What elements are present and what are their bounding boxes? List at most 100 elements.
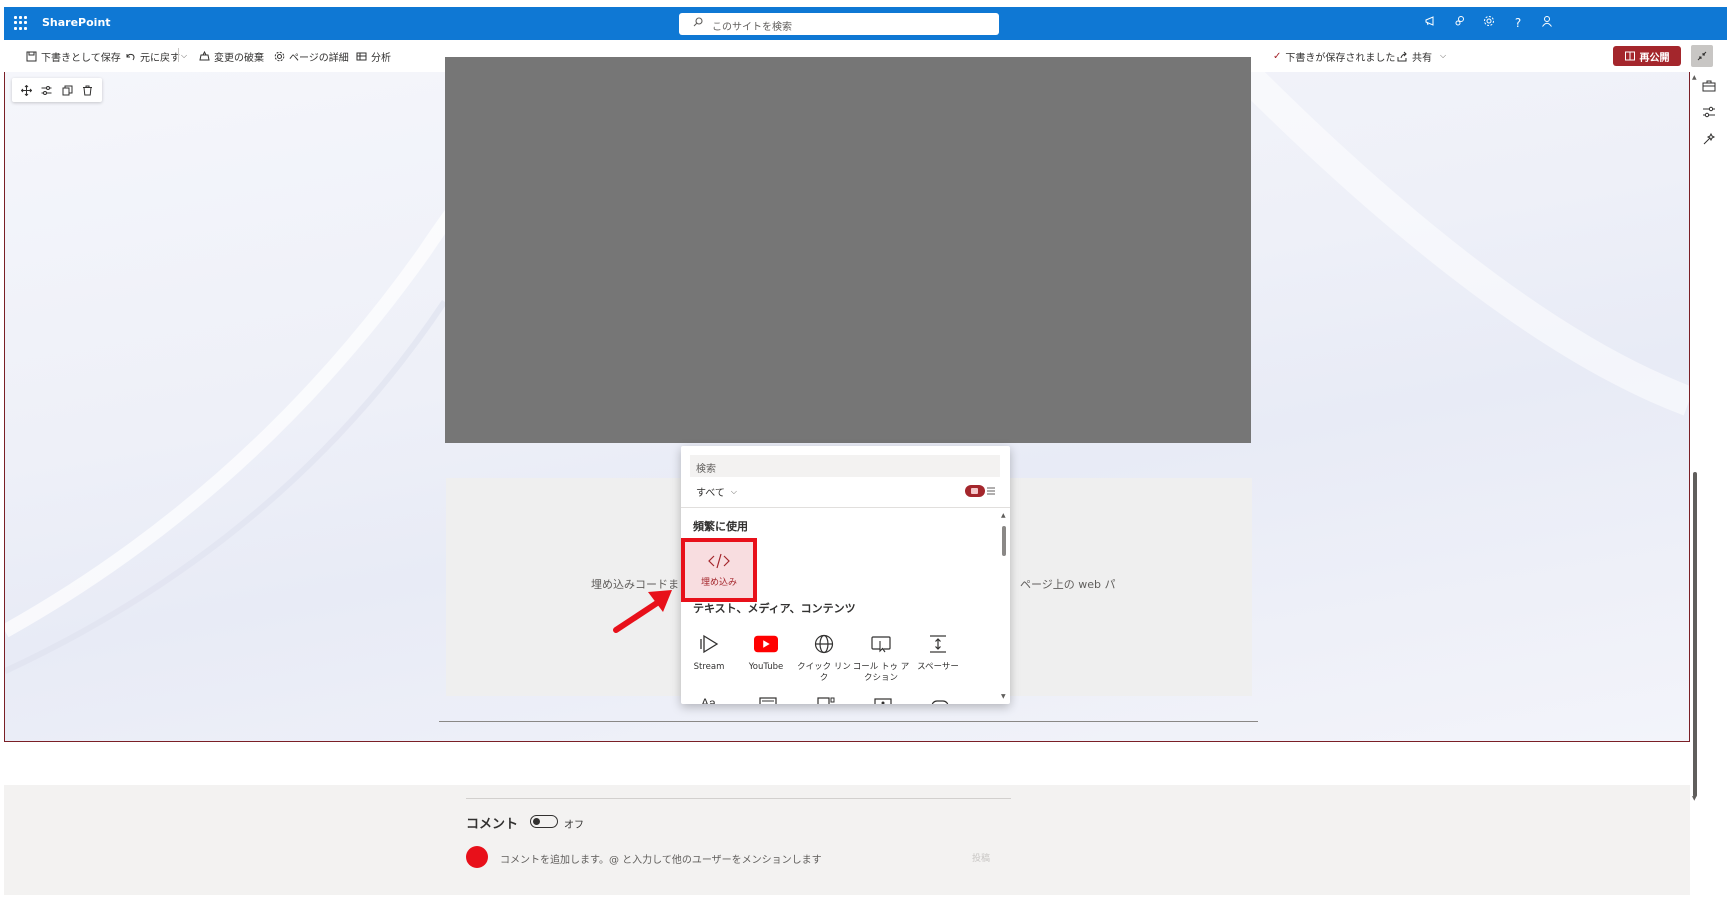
webpart-stream-label: Stream [693, 662, 725, 672]
comments-title: コメント [466, 817, 519, 832]
comments-toggle-state: オフ [564, 820, 584, 831]
sharepoint-link-icon[interactable] [1452, 15, 1468, 31]
picker-filter-dropdown[interactable]: すべて ⌵ [696, 484, 737, 500]
saved-status-label: 下書きが保存されました [1285, 52, 1396, 64]
edit-properties-icon[interactable] [40, 83, 54, 97]
suite-bar: SharePoint このサイトを検索 ? [4, 7, 1727, 40]
avatar [466, 846, 488, 868]
book-icon [1624, 51, 1635, 61]
webpart-stream[interactable]: Stream [681, 632, 739, 673]
page-scroll-thumb[interactable] [1693, 472, 1697, 797]
text-media-heading: テキスト、メディア、コンテンツ [693, 602, 856, 615]
comments-toggle[interactable] [530, 815, 558, 828]
webpart-call-to-action[interactable]: コール トゥ ア クション [851, 632, 911, 684]
scroll-up-icon[interactable]: ▲ [1001, 512, 1006, 519]
republish-label: 再公開 [1639, 52, 1670, 64]
comments-section: コメント オフ コメントを追加します。@ と入力して他のユーザーをメンションしま… [4, 785, 1690, 895]
properties-icon[interactable] [1702, 105, 1716, 119]
webpart-picker: 検索 すべて ⌵ 頻繁に使用 埋め込み テキスト、メディア、コンテンツ Stre… [681, 446, 1010, 704]
text-icon[interactable]: Aa [699, 692, 723, 704]
app-name[interactable]: SharePoint [42, 16, 111, 29]
picker-search-input[interactable]: 検索 [690, 455, 1000, 477]
saved-status: ✓ 下書きが保存されました [1273, 49, 1396, 64]
list-view-icon[interactable] [987, 487, 995, 495]
collapse-icon[interactable] [1691, 45, 1713, 67]
duplicate-icon[interactable] [60, 83, 74, 97]
scroll-down-icon[interactable]: ▼ [1001, 693, 1006, 700]
republish-button[interactable]: 再公開 [1613, 46, 1681, 66]
page-details-label: ページの詳細 [289, 52, 349, 64]
comment-input[interactable]: コメントを追加します。@ と入力して他のユーザーをメンションします [500, 848, 945, 866]
save-icon [26, 51, 37, 61]
analytics-label: 分析 [371, 52, 391, 64]
move-icon[interactable] [19, 83, 33, 97]
youtube-icon [754, 632, 778, 656]
annotation-arrow-icon [613, 590, 672, 633]
undo-dropdown-chevron-icon[interactable]: ⌵ [181, 49, 187, 63]
webpart-embed[interactable]: 埋め込み [681, 538, 757, 602]
design-ideas-icon[interactable] [1702, 132, 1716, 146]
toolbox-icon[interactable] [1702, 79, 1716, 93]
help-icon[interactable]: ? [1510, 15, 1526, 31]
video-placeholder[interactable] [445, 57, 1251, 443]
section-divider [439, 721, 1258, 722]
view-toggle[interactable] [965, 485, 995, 497]
picker-divider [681, 507, 1010, 508]
gear-icon [274, 51, 285, 61]
spacer-icon [926, 632, 950, 656]
section-toolbar [12, 78, 102, 102]
comments-divider [466, 798, 1011, 799]
undo-icon [126, 53, 135, 60]
share-label: 共有 [1412, 52, 1432, 64]
grid-view-icon[interactable] [965, 485, 985, 497]
page-scrollbar[interactable]: ▲ ▼ [1692, 72, 1698, 802]
webpart-youtube-label: YouTube [748, 662, 784, 672]
discard-changes-button[interactable]: 変更の破棄 [199, 49, 264, 64]
analytics-icon [356, 52, 367, 60]
document-icon[interactable] [871, 692, 895, 704]
chevron-down-icon: ⌵ [1440, 51, 1447, 60]
svg-text:Aa: Aa [701, 696, 716, 704]
link-icon[interactable] [928, 692, 952, 704]
webpart-spacer-label: スペーサー [917, 662, 959, 672]
app-launcher-icon[interactable] [14, 16, 28, 30]
account-icon[interactable] [1539, 15, 1555, 31]
scroll-down-icon[interactable]: ▼ [1692, 795, 1697, 802]
search-placeholder: このサイトを検索 [712, 22, 792, 33]
undo-label: 元に戻す [140, 52, 180, 64]
discard-icon [199, 50, 210, 60]
discard-label: 変更の破棄 [214, 52, 264, 64]
chevron-down-icon: ⌵ [730, 486, 737, 496]
site-search-box[interactable]: このサイトを検索 [679, 13, 999, 35]
frequent-heading: 頻繁に使用 [693, 520, 748, 533]
undo-button[interactable]: 元に戻す [125, 49, 180, 64]
checkmark-icon: ✓ [1273, 50, 1282, 62]
webpart-quick-links[interactable]: クイック リン ク [794, 632, 854, 684]
analytics-button[interactable]: 分析 [356, 49, 391, 64]
share-button[interactable]: 共有 ⌵ [1397, 49, 1447, 64]
separator [178, 48, 179, 62]
post-comment-button[interactable]: 投稿 [956, 848, 1006, 866]
gallery-icon[interactable] [814, 692, 838, 704]
delete-icon[interactable] [81, 83, 95, 97]
share-icon [1397, 51, 1407, 61]
save-draft-label: 下書きとして保存 [41, 52, 121, 64]
picker-filter-label: すべて [696, 488, 725, 499]
globe-icon [812, 632, 836, 656]
image-icon[interactable] [756, 692, 780, 704]
page-details-button[interactable]: ページの詳細 [274, 49, 349, 64]
webpart-spacer[interactable]: スペーサー [908, 632, 968, 673]
scroll-up-icon[interactable]: ▲ [1692, 74, 1697, 81]
save-draft-button[interactable]: 下書きとして保存 [26, 49, 121, 64]
picker-scrollbar[interactable]: ▲ ▼ [1001, 510, 1007, 700]
megaphone-icon[interactable] [1422, 15, 1438, 31]
code-icon [708, 553, 730, 568]
call-to-action-icon [869, 632, 893, 656]
webpart-youtube[interactable]: YouTube [736, 632, 796, 673]
gear-icon[interactable] [1481, 15, 1497, 31]
search-icon [693, 17, 703, 27]
webpart-quick-links-label: クイック リン ク [797, 662, 851, 683]
embed-hint-right: ページ上の web パ [1020, 578, 1116, 591]
picker-scroll-thumb[interactable] [1002, 526, 1006, 556]
webpart-embed-label: 埋め込み [700, 577, 737, 588]
